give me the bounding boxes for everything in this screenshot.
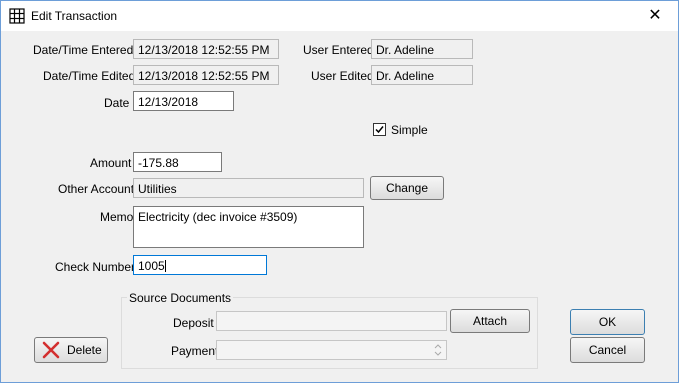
close-icon: ✕ bbox=[648, 7, 662, 24]
deposit-label: Deposit bbox=[173, 316, 214, 330]
payment-field[interactable] bbox=[216, 340, 447, 360]
title-bar: Edit Transaction ✕ bbox=[1, 1, 678, 31]
close-button[interactable]: ✕ bbox=[632, 1, 678, 31]
amount-field[interactable]: -175.88 bbox=[133, 152, 222, 172]
simple-checkbox[interactable] bbox=[373, 123, 386, 136]
check-number-label: Check Number bbox=[55, 260, 136, 274]
user-entered-field: Dr. Adeline bbox=[371, 39, 473, 59]
check-number-field[interactable]: 1005 bbox=[133, 255, 267, 275]
grid-icon bbox=[9, 8, 25, 24]
other-account-field: Utilities bbox=[133, 178, 364, 198]
date-time-entered-field: 12/13/2018 12:52:55 PM bbox=[133, 39, 279, 59]
deposit-field[interactable] bbox=[216, 311, 447, 331]
user-edited-label: User Edited bbox=[311, 69, 374, 83]
text-caret bbox=[164, 260, 166, 272]
simple-label: Simple bbox=[391, 123, 428, 137]
dialog-body: Date/Time Entered 12/13/2018 12:52:55 PM… bbox=[1, 31, 678, 382]
user-edited-field: Dr. Adeline bbox=[371, 65, 473, 85]
delete-button[interactable]: Delete bbox=[34, 337, 108, 363]
delete-label: Delete bbox=[67, 343, 102, 357]
payment-label: Payment bbox=[171, 344, 219, 358]
date-time-edited-field: 12/13/2018 12:52:55 PM bbox=[133, 65, 279, 85]
other-account-label: Other Account bbox=[58, 182, 135, 196]
date-label: Date bbox=[104, 96, 130, 110]
memo-field[interactable]: Electricity (dec invoice #3509) bbox=[133, 206, 364, 248]
user-entered-label: User Entered bbox=[303, 43, 374, 57]
check-number-value: 1005 bbox=[138, 259, 165, 273]
memo-label: Memo bbox=[100, 210, 134, 224]
ok-button[interactable]: OK bbox=[570, 309, 645, 335]
red-x-icon bbox=[42, 341, 60, 359]
source-documents-title: Source Documents bbox=[127, 291, 234, 305]
window-title: Edit Transaction bbox=[31, 9, 118, 23]
entered-label: Date/Time Entered bbox=[33, 43, 134, 57]
amount-label: Amount bbox=[90, 156, 132, 170]
edited-label: Date/Time Edited bbox=[43, 69, 136, 83]
checkmark-icon bbox=[375, 126, 384, 134]
spin-arrows-icon[interactable] bbox=[434, 343, 442, 357]
cancel-button[interactable]: Cancel bbox=[570, 337, 645, 363]
attach-button[interactable]: Attach bbox=[450, 309, 530, 333]
date-field[interactable]: 12/13/2018 bbox=[133, 91, 234, 111]
change-button[interactable]: Change bbox=[370, 176, 444, 200]
edit-transaction-window: Edit Transaction ✕ Date/Time Entered 12/… bbox=[0, 0, 679, 383]
